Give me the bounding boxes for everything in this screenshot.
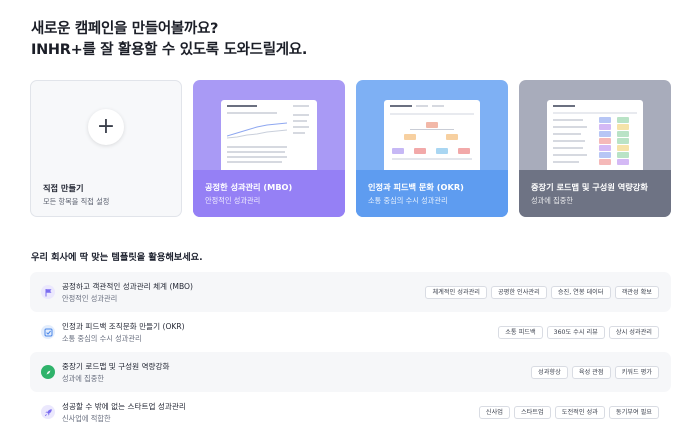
template-row-mbo[interactable]: 공정하고 객관적인 성과관리 체계 (MBO) 안정적인 성과관리 체계적인 성…: [30, 272, 671, 312]
template-title: 공정하고 객관적인 성과관리 체계 (MBO): [62, 282, 193, 291]
card-preview-image: [221, 100, 317, 170]
card-title: 중장기 로드맵 및 구성원 역량강화: [531, 182, 648, 192]
template-subtitle: 소통 중심의 수시 성과관리: [62, 334, 142, 343]
template-row-okr[interactable]: 인정과 피드백 조직문화 만들기 (OKR) 소통 중심의 수시 성과관리 소통…: [30, 312, 671, 352]
tag: 객관성 확보: [614, 286, 659, 299]
tag: 성과향상: [531, 366, 568, 379]
template-title: 인정과 피드백 조직문화 만들기 (OKR): [62, 322, 185, 331]
tag: 도전적인 성과: [554, 406, 605, 419]
template-row-roadmap[interactable]: 중장기 로드맵 및 구성원 역량강화 성과에 집중한 성과향상 육성 관점 키워…: [30, 352, 671, 392]
tag: 승진, 연봉 데이터: [550, 286, 611, 299]
headline-line-1: 새로운 캠페인을 만들어볼까요?: [31, 21, 219, 37]
card-okr[interactable]: 인정과 피드백 문화 (OKR) 소통 중심의 수시 성과관리: [356, 80, 508, 217]
template-tags: 성과향상 육성 관점 키워드 평가: [531, 366, 659, 379]
tag: 상시 성과관리: [608, 326, 659, 339]
template-title: 중장기 로드맵 및 구성원 역량강화: [62, 362, 170, 371]
template-tags: 소통 피드백 360도 수시 리뷰 상시 성과관리: [498, 326, 659, 339]
tag: 공평한 인사관리: [490, 286, 547, 299]
card-subtitle: 모든 항목을 직접 설정: [43, 197, 110, 206]
card-subtitle: 성과에 집중한: [531, 196, 573, 205]
rocket-icon: [41, 405, 55, 419]
card-create-blank[interactable]: + 직접 만들기 모든 항목을 직접 설정: [30, 80, 182, 217]
card-subtitle: 소통 중심의 수시 성과관리: [368, 196, 448, 205]
template-list: 공정하고 객관적인 성과관리 체계 (MBO) 안정적인 성과관리 체계적인 성…: [30, 272, 671, 430]
card-title: 공정한 성과관리 (MBO): [205, 182, 293, 192]
check-square-icon: [41, 325, 55, 339]
card-preview-image: [547, 100, 643, 170]
tag: 키워드 평가: [614, 366, 659, 379]
template-cards: + 직접 만들기 모든 항목을 직접 설정 공정한 성과관리 (MBO) 안정적…: [30, 80, 671, 217]
card-roadmap[interactable]: 중장기 로드맵 및 구성원 역량강화 성과에 집중한: [519, 80, 671, 217]
tag: 스타트업: [513, 406, 551, 419]
card-subtitle: 안정적인 성과관리: [205, 196, 261, 205]
card-preview-image: [384, 100, 480, 170]
compass-icon: [41, 365, 55, 379]
card-mbo[interactable]: 공정한 성과관리 (MBO) 안정적인 성과관리: [193, 80, 345, 217]
tag: 소통 피드백: [498, 326, 543, 339]
card-title: 직접 만들기: [43, 183, 84, 193]
template-subtitle: 안정적인 성과관리: [62, 294, 118, 303]
template-tags: 신사업 스타트업 도전적인 성과 동기부여 필요: [478, 406, 659, 419]
tag: 육성 관점: [571, 366, 611, 379]
template-subtitle: 성과에 집중한: [62, 374, 104, 383]
tag: 신사업: [478, 406, 510, 419]
plus-icon: +: [88, 109, 124, 145]
tag: 체계적인 성과관리: [425, 286, 487, 299]
tag: 동기부여 필요: [608, 406, 659, 419]
template-section-title: 우리 회사에 딱 맞는 템플릿을 활용해보세요.: [31, 252, 203, 263]
template-row-startup[interactable]: 성공할 수 밖에 없는 스타트업 성과관리 신사업에 적합한 신사업 스타트업 …: [30, 392, 671, 430]
page-headline: 새로운 캠페인을 만들어볼까요? INHR+를 잘 활용할 수 있도록 도와드릴…: [31, 19, 307, 61]
card-title: 인정과 피드백 문화 (OKR): [368, 182, 464, 192]
template-title: 성공할 수 밖에 없는 스타트업 성과관리: [62, 402, 186, 411]
flag-icon: [41, 285, 55, 299]
tag: 360도 수시 리뷰: [546, 326, 605, 339]
headline-line-2: INHR+를 잘 활용할 수 있도록 도와드릴게요.: [31, 42, 308, 58]
template-subtitle: 신사업에 적합한: [62, 414, 111, 423]
template-tags: 체계적인 성과관리 공평한 인사관리 승진, 연봉 데이터 객관성 확보: [425, 286, 659, 299]
